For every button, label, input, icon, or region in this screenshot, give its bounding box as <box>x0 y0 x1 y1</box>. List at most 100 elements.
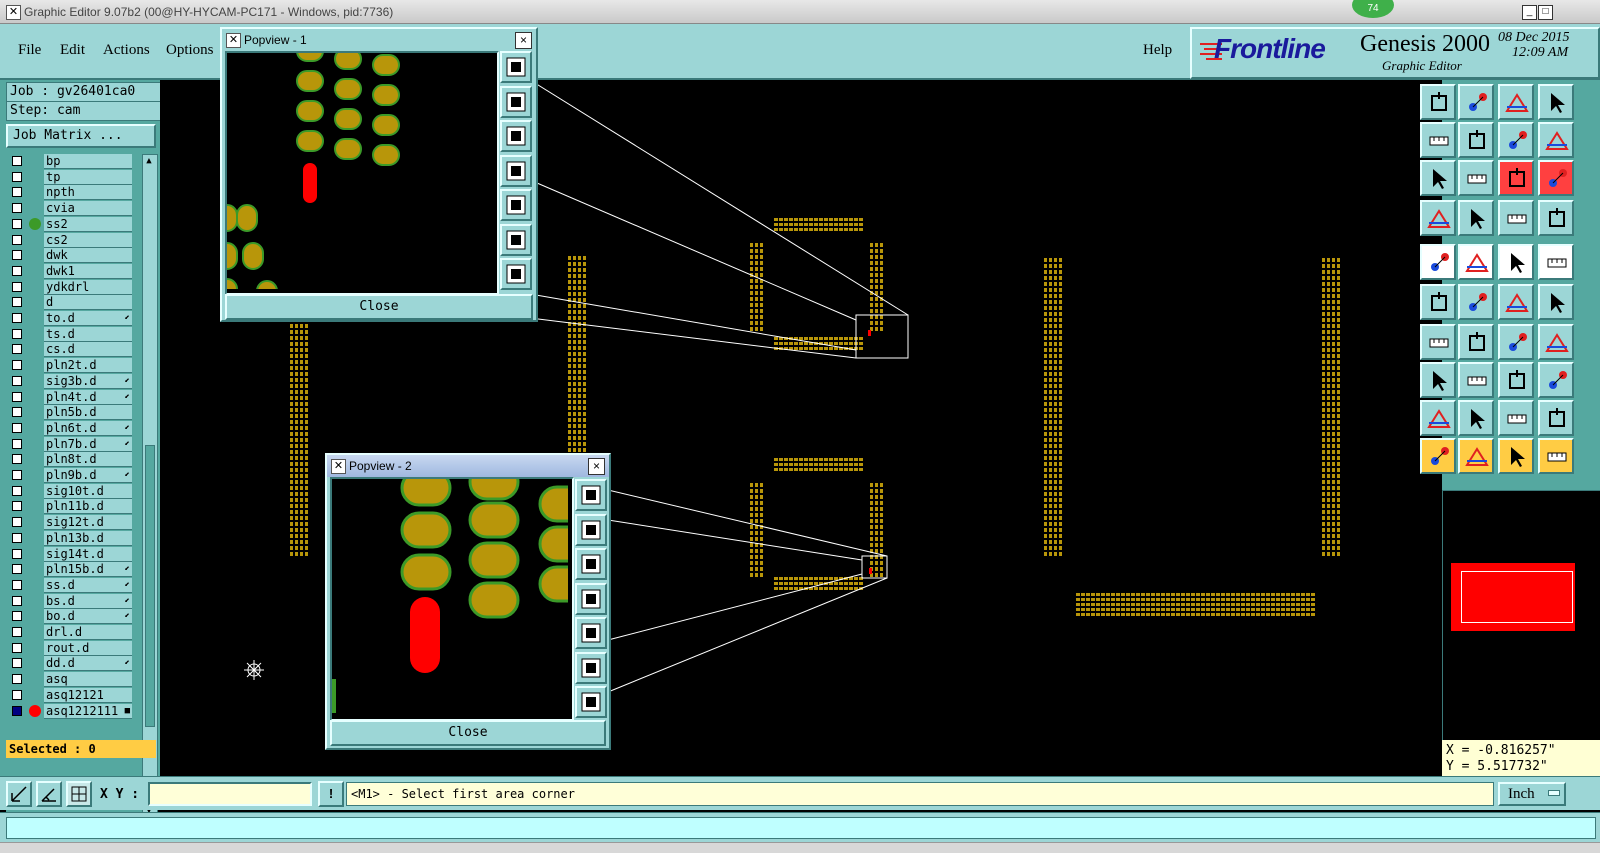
layer-row[interactable]: bo.d ⬋ <box>6 609 136 625</box>
layer-checkbox[interactable] <box>12 281 22 292</box>
undo-arc-icon[interactable] <box>1498 324 1534 360</box>
layer-row[interactable]: cvia <box>6 201 136 217</box>
pan-up-icon[interactable] <box>575 513 607 546</box>
layer-row[interactable]: bp <box>6 154 136 169</box>
popview-2-titlebar[interactable]: ✕ Popview - 2 <box>327 455 609 477</box>
zoom-in-icon[interactable] <box>575 651 607 684</box>
layer-row[interactable]: ss2 <box>6 216 136 232</box>
scroll-thumb[interactable] <box>145 445 155 727</box>
select-box-icon[interactable] <box>1498 438 1534 474</box>
ruler-icon[interactable] <box>1498 244 1534 280</box>
layer-name[interactable]: asq <box>44 672 132 688</box>
menu-actions[interactable]: Actions <box>103 42 150 59</box>
layer-row[interactable]: pln15b.d ⬋ <box>6 562 136 578</box>
layer-checkbox[interactable] <box>12 595 22 606</box>
popview-2-close-button[interactable]: Close <box>330 720 606 746</box>
layer-row[interactable]: pln6t.d ⬋ <box>6 420 136 436</box>
layer-name[interactable]: pln15b.d ⬋ <box>44 562 132 578</box>
layer-row[interactable]: pln9b.d ⬋ <box>6 468 136 483</box>
layer-checkbox[interactable] <box>12 674 22 685</box>
layer-row[interactable]: ydkdrl <box>6 279 136 295</box>
pan-right-icon[interactable] <box>500 189 532 221</box>
net-red-icon[interactable] <box>1498 200 1534 236</box>
layer-name[interactable]: drl.d <box>44 625 132 640</box>
popview-1-close-x[interactable]: × <box>515 32 532 49</box>
layer-name[interactable]: ydkdrl <box>44 279 132 295</box>
cross-icon[interactable] <box>1458 284 1494 320</box>
popview-1-viewport[interactable] <box>225 51 499 295</box>
layer-checkbox[interactable] <box>12 658 22 669</box>
pad-red-icon[interactable] <box>1458 244 1494 280</box>
scroll-up-icon[interactable]: ▲ <box>144 156 154 166</box>
maximize-button[interactable]: □ <box>1538 5 1553 20</box>
layer-name[interactable]: dwk <box>44 248 132 264</box>
layer-checkbox[interactable] <box>12 689 22 700</box>
layer-checkbox[interactable] <box>12 391 22 402</box>
layer-name[interactable]: ss.d ⬋ <box>44 577 132 593</box>
swap-icon[interactable] <box>1498 122 1534 158</box>
layer-checkbox[interactable] <box>12 579 22 590</box>
pen-icon[interactable] <box>1420 200 1456 236</box>
layer-row[interactable]: sig10t.d <box>6 483 136 499</box>
layer-row[interactable]: dd.d ⬋ <box>6 656 136 672</box>
layer-name[interactable]: cs2 <box>44 232 132 248</box>
popview-2-viewport[interactable] <box>330 477 574 721</box>
layer-name[interactable]: sig10t.d <box>44 483 132 499</box>
popview-2-window[interactable]: ✕ Popview - 2 × Close <box>325 453 611 750</box>
scale-1-2-icon[interactable] <box>1498 160 1534 196</box>
pan-down-icon[interactable] <box>575 548 607 580</box>
popview-1-titlebar[interactable]: ✕ Popview - 1 <box>222 29 536 51</box>
layer-name[interactable]: bs.d ⬋ <box>44 593 132 609</box>
zoom-window-icon[interactable] <box>500 51 532 83</box>
layer-name[interactable]: d <box>44 295 132 311</box>
popview-1-close-button[interactable]: Close <box>225 294 533 320</box>
layer-checkbox[interactable] <box>12 627 22 637</box>
layer-row[interactable]: cs.d <box>6 342 136 358</box>
pan-right-icon[interactable] <box>575 617 607 649</box>
measure-icon[interactable] <box>36 781 62 807</box>
layer-row[interactable]: pln11b.d <box>6 499 136 515</box>
layer-name[interactable]: dd.d ⬋ <box>44 656 132 672</box>
help-icon[interactable] <box>1538 160 1574 196</box>
layer-checkbox[interactable] <box>12 501 22 512</box>
cluster-icon[interactable] <box>1538 362 1574 398</box>
via-pair-icon[interactable] <box>1420 362 1456 398</box>
diagonal-icon[interactable] <box>1458 324 1494 360</box>
layer-name[interactable]: pln5b.d <box>44 405 132 421</box>
red-blue-link-icon[interactable] <box>1498 284 1534 320</box>
layer-name[interactable]: sig3b.d ⬋ <box>44 373 132 389</box>
layer-color-dot[interactable] <box>29 217 41 230</box>
layer-checkbox[interactable] <box>12 250 22 261</box>
layer-row[interactable]: pln13b.d <box>6 530 136 546</box>
minimize-button[interactable]: _ <box>1522 5 1537 20</box>
layer-checkbox[interactable] <box>12 422 22 433</box>
layer-name[interactable]: bp <box>44 154 132 169</box>
layer-name[interactable]: ss2 <box>44 216 132 232</box>
layer-color-dot[interactable] <box>29 704 41 717</box>
menu-file[interactable]: File <box>18 42 41 59</box>
units-select[interactable]: Inch <box>1498 782 1566 806</box>
blue-red-link-icon[interactable] <box>1538 284 1574 320</box>
layer-name[interactable]: dwk1 <box>44 263 132 279</box>
circle-pad-icon[interactable] <box>1538 244 1574 280</box>
zoom-center-icon[interactable] <box>1458 160 1494 196</box>
layer-row[interactable]: d <box>6 295 136 311</box>
layer-checkbox[interactable] <box>12 517 22 528</box>
snap-icon[interactable] <box>6 781 32 807</box>
menu-edit[interactable]: Edit <box>60 42 85 59</box>
layer-row[interactable]: sig14t.d <box>6 546 136 562</box>
layer-row[interactable]: npth <box>6 185 136 201</box>
layer-name[interactable]: pln4t.d ⬋ <box>44 389 132 405</box>
layer-checkbox[interactable] <box>12 218 22 229</box>
arch-red-icon[interactable] <box>1458 400 1494 436</box>
layer-checkbox[interactable] <box>12 375 22 386</box>
layer-checkbox[interactable] <box>12 203 22 214</box>
layer-name[interactable]: rout.d <box>44 640 132 656</box>
layer-row[interactable]: to.d ⬋ <box>6 311 136 326</box>
layer-name[interactable]: pln13b.d <box>44 530 132 546</box>
step-repeat-icon[interactable] <box>1538 122 1574 158</box>
layer-name[interactable]: asq1212111 ■ <box>44 703 132 719</box>
layer-checkbox[interactable] <box>12 611 22 622</box>
layer-row[interactable]: pln5b.d <box>6 405 136 421</box>
grid-icon[interactable] <box>66 781 92 807</box>
